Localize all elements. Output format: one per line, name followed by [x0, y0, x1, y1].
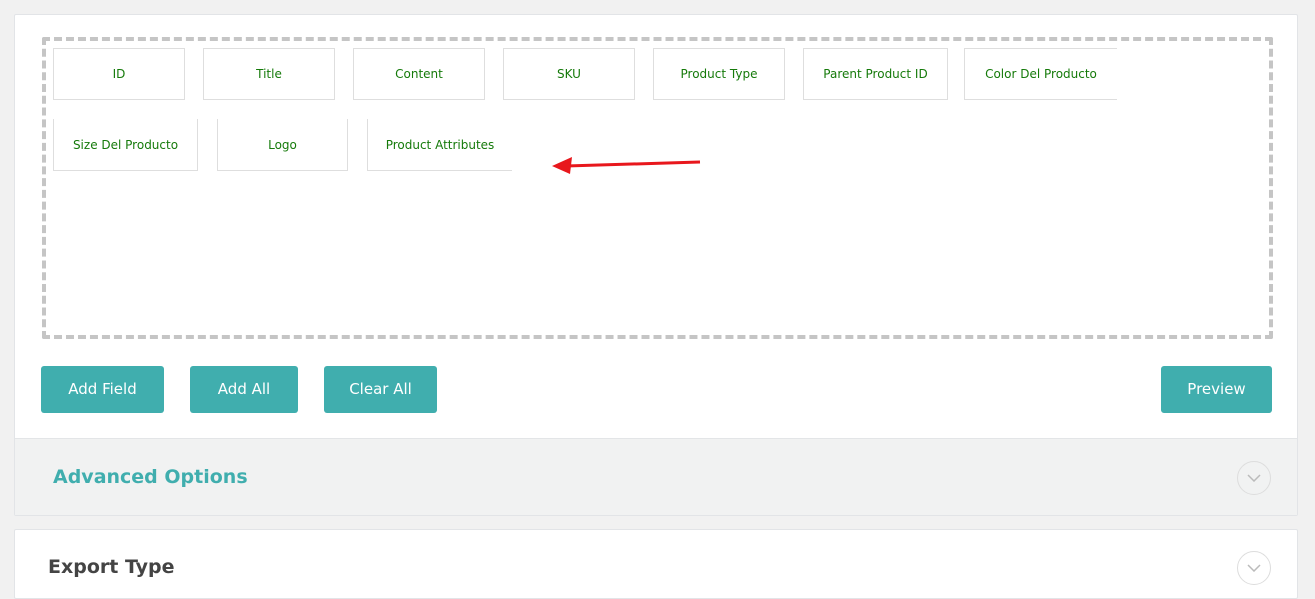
field-chip-id[interactable]: ID [53, 48, 185, 100]
field-chip-parent-product-id[interactable]: Parent Product ID [803, 48, 948, 100]
field-chip-logo[interactable]: Logo [217, 119, 348, 171]
field-chip-label: Product Type [680, 67, 758, 81]
field-chip-label: SKU [557, 67, 581, 81]
field-chip-product-attributes[interactable]: Product Attributes [367, 119, 512, 171]
export-type-toggle[interactable] [1237, 551, 1271, 585]
clear-all-button[interactable]: Clear All [324, 366, 437, 413]
chevron-down-icon [1247, 474, 1261, 482]
field-chip-label: Color Del Producto [985, 67, 1097, 81]
advanced-options-title: Advanced Options [53, 466, 248, 488]
field-chip-product-type[interactable]: Product Type [653, 48, 785, 100]
arrow-left-icon [552, 157, 701, 174]
export-type-panel[interactable]: Export Type [14, 529, 1298, 599]
field-chip-title[interactable]: Title [203, 48, 335, 100]
field-chip-sku[interactable]: SKU [503, 48, 635, 100]
export-fields-panel: ID Title Content SKU Product Type Parent… [14, 14, 1298, 516]
add-field-button[interactable]: Add Field [41, 366, 164, 413]
field-chip-label: Title [256, 67, 282, 81]
advanced-options-header[interactable]: Advanced Options [15, 438, 1297, 515]
chevron-down-icon [1247, 564, 1261, 572]
field-chip-content[interactable]: Content [353, 48, 485, 100]
field-chip-size-del-producto[interactable]: Size Del Producto [53, 119, 198, 171]
advanced-options-toggle[interactable] [1237, 461, 1271, 495]
field-chip-color-del-producto[interactable]: Color Del Producto [964, 48, 1117, 100]
field-chip-label: Logo [268, 137, 297, 152]
field-chip-label: Content [395, 67, 443, 81]
field-chip-label: Product Attributes [385, 137, 495, 152]
field-chip-label: ID [112, 67, 126, 81]
preview-button[interactable]: Preview [1161, 366, 1272, 413]
field-chip-label: Size Del Producto [72, 137, 179, 152]
field-chip-label: Parent Product ID [823, 67, 928, 81]
add-all-button[interactable]: Add All [190, 366, 298, 413]
